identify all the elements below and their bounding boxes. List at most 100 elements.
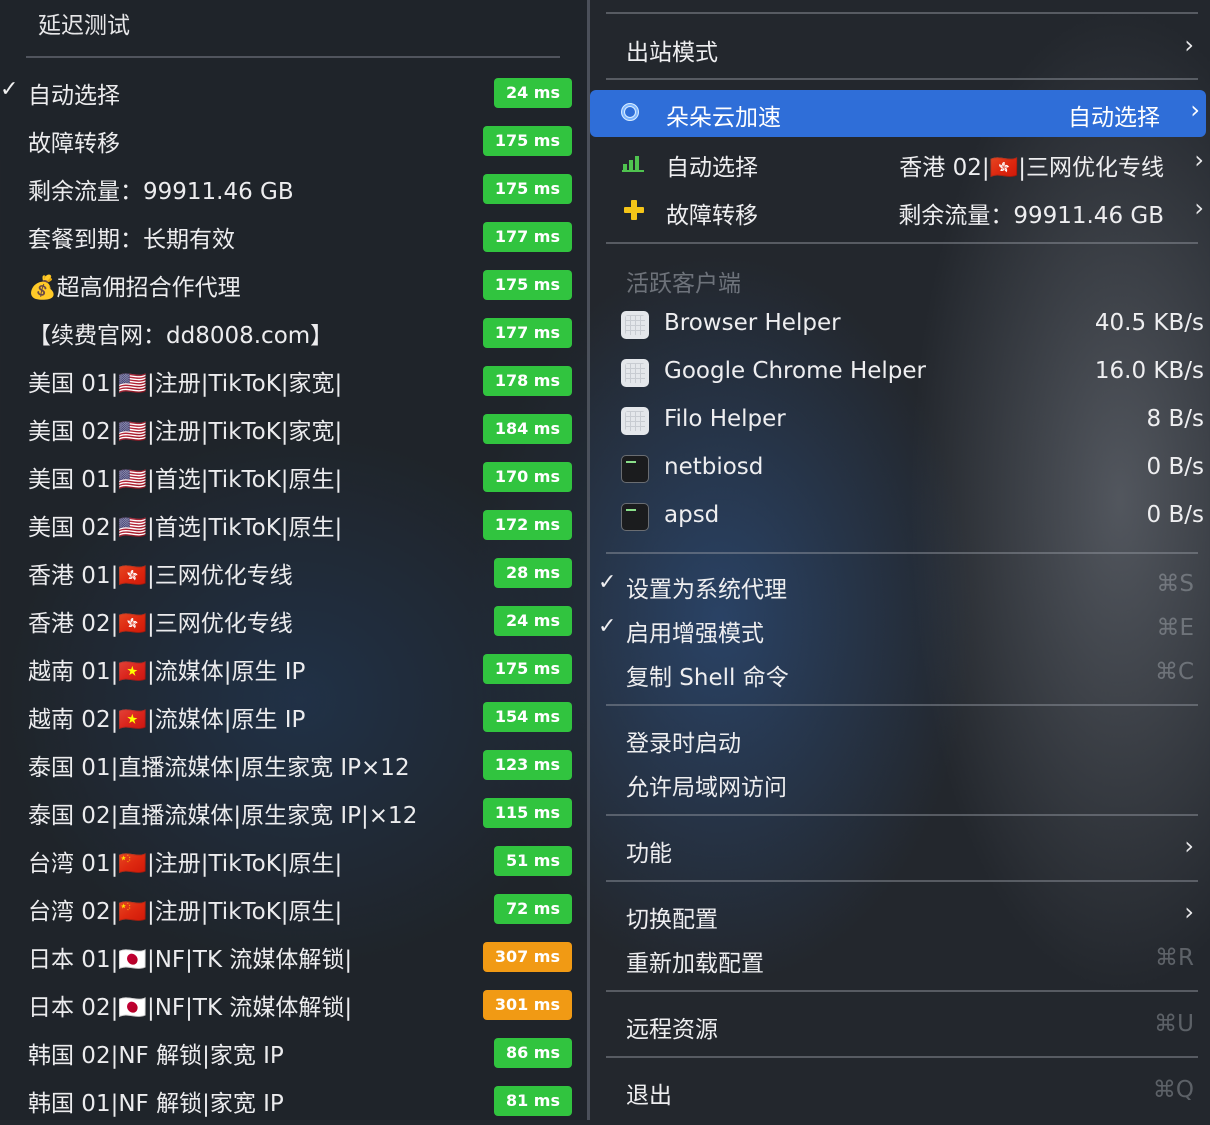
chevron-right-icon: › [1184,31,1194,59]
proxy-name: 泰国 02|直播流媒体|原生家宽 IP|×12 [28,803,418,829]
proxy-row[interactable]: 美国 02|🇺🇸|注册|TikToK|家宽| 184 ms [0,405,588,453]
app-icon [621,359,649,387]
panel-title: 延迟测试 [38,13,130,39]
menu-switch-config[interactable]: 切换配置 › [590,892,1210,936]
client-row[interactable]: Browser Helper 40.5 KB/s [590,302,1210,346]
client-name: apsd [664,502,720,528]
proxy-name: 台湾 01|🇨🇳|注册|TikToK|原生| [28,851,343,877]
proxy-name: 套餐到期：长期有效 [28,227,235,253]
menu-launch-at-login[interactable]: 登录时启动 [590,716,1210,760]
menu-label: 出站模式 [626,40,718,66]
separator [606,990,1198,992]
proxy-row[interactable]: 日本 02|🇯🇵|NF|TK 流媒体解锁| 301 ms [0,981,588,1029]
proxy-name: 日本 01|🇯🇵|NF|TK 流媒体解锁| [28,947,353,973]
proxy-list: ✓ 自动选择 24 ms 故障转移 175 ms 剩余流量：99911.46 GB 175 … [0,69,588,1125]
proxy-row[interactable]: 台湾 02|🇨🇳|注册|TikToK|原生| 72 ms [0,885,588,933]
separator [606,814,1198,816]
checkmark-icon: ✓ [0,77,19,102]
menu-enhanced-mode[interactable]: ✓ 启用增强模式 ⌘E [590,606,1210,650]
group-selected-value: 剩余流量：99911.46 GB [898,203,1164,229]
menu-label: 允许局域网访问 [626,775,787,801]
shortcut-label: ⌘C [1154,659,1194,685]
menu-label: 重新加载配置 [626,951,764,977]
latency-badge: 81 ms [493,1086,572,1116]
proxy-row[interactable]: 剩余流量：99911.46 GB 175 ms [0,165,588,213]
section-title: 活跃客户端 [626,271,741,297]
group-selected-value: 自动选择 [1068,105,1160,131]
proxy-row[interactable]: 套餐到期：长期有效 177 ms [0,213,588,261]
menu-set-system-proxy[interactable]: ✓ 设置为系统代理 ⌘S [590,562,1210,606]
separator [606,552,1198,554]
client-row[interactable]: netbiosd 0 B/s [590,446,1210,490]
proxy-row[interactable]: 美国 01|🇺🇸|注册|TikToK|家宽| 178 ms [0,357,588,405]
latency-badge: 24 ms [493,78,572,108]
menu-quit[interactable]: 退出 ⌘Q [590,1068,1210,1112]
shortcut-label: ⌘E [1156,615,1194,641]
client-row[interactable]: apsd 0 B/s [590,494,1210,538]
proxy-row[interactable]: 故障转移 175 ms [0,117,588,165]
proxy-name: 韩国 02|NF 解锁|家宽 IP [28,1043,284,1069]
proxy-name: 剩余流量：99911.46 GB [28,179,294,205]
latency-badge: 175 ms [482,270,572,300]
proxy-group-failover[interactable]: 故障转移 剩余流量：99911.46 GB › [590,188,1210,232]
proxy-group-duoduoyun[interactable]: 朵朵云加速 自动选择 › [590,90,1206,137]
menu-label: 设置为系统代理 [626,577,787,603]
proxy-row[interactable]: 越南 02|🇻🇳|流媒体|原生 IP 154 ms [0,693,588,741]
latency-badge: 175 ms [482,654,572,684]
menu-copy-shell[interactable]: 复制 Shell 命令 ⌘C [590,650,1210,694]
terminal-icon [621,503,649,531]
group-label: 自动选择 [666,155,758,181]
proxy-row[interactable]: 泰国 02|直播流媒体|原生家宽 IP|×12 115 ms [0,789,588,837]
app-icon [621,407,649,435]
proxy-row[interactable]: 香港 02|🇭🇰|三网优化专线 24 ms [0,597,588,645]
chevron-right-icon: › [1194,194,1204,222]
latency-badge: 175 ms [482,174,572,204]
separator [606,1056,1198,1058]
proxy-row[interactable]: 【续费官网：dd8008.com】 177 ms [0,309,588,357]
client-row[interactable]: Google Chrome Helper 16.0 KB/s [590,350,1210,394]
menu-reload-config[interactable]: 重新加载配置 ⌘R [590,936,1210,980]
client-rate: 8 B/s [1146,406,1204,432]
menu-label: 退出 [626,1083,672,1109]
menu-remote-resources[interactable]: 远程资源 ⌘U [590,1002,1210,1046]
menu-outbound-mode[interactable]: 出站模式 › [590,25,1210,69]
shortcut-label: ⌘S [1156,571,1194,597]
proxy-name: 自动选择 [28,83,120,109]
proxy-row[interactable]: 泰国 01|直播流媒体|原生家宽 IP×12 123 ms [0,741,588,789]
checkmark-icon: ✓ [598,614,617,639]
proxy-row[interactable]: 💰超高佣招合作代理 175 ms [0,261,588,309]
chevron-right-icon: › [1194,146,1204,174]
separator [606,78,1198,80]
proxy-name: 香港 01|🇭🇰|三网优化专线 [28,563,293,589]
proxy-row[interactable]: 日本 01|🇯🇵|NF|TK 流媒体解锁| 307 ms [0,933,588,981]
proxy-row[interactable]: 韩国 02|NF 解锁|家宽 IP 86 ms [0,1029,588,1077]
latency-badge: 184 ms [482,414,572,444]
proxy-name: 越南 02|🇻🇳|流媒体|原生 IP [28,707,306,733]
client-rate: 16.0 KB/s [1094,358,1204,384]
group-selected-value: 香港 02|🇭🇰|三网优化专线 [899,155,1164,181]
chevron-right-icon: › [1184,898,1194,926]
latency-badge: 175 ms [482,126,572,156]
proxy-row[interactable]: 台湾 01|🇨🇳|注册|TikToK|原生| 51 ms [0,837,588,885]
proxy-row[interactable]: 韩国 01|NF 解锁|家宽 IP 81 ms [0,1077,588,1125]
menu-label: 登录时启动 [626,731,741,757]
proxy-row[interactable]: 香港 01|🇭🇰|三网优化专线 28 ms [0,549,588,597]
proxy-row[interactable]: ✓ 自动选择 24 ms [0,69,588,117]
checkmark-icon: ✓ [598,570,617,595]
proxy-name: 越南 01|🇻🇳|流媒体|原生 IP [28,659,306,685]
latency-badge: 307 ms [482,942,572,972]
menu-features[interactable]: 功能 › [590,826,1210,870]
terminal-icon [621,455,649,483]
proxy-row[interactable]: 越南 01|🇻🇳|流媒体|原生 IP 175 ms [0,645,588,693]
proxy-name: 美国 01|🇺🇸|首选|TikToK|原生| [28,467,343,493]
menu-label: 启用增强模式 [626,621,764,647]
proxy-name: 美国 02|🇺🇸|首选|TikToK|原生| [28,515,343,541]
latency-badge: 86 ms [493,1038,572,1068]
proxy-row[interactable]: 美国 02|🇺🇸|首选|TikToK|原生| 172 ms [0,501,588,549]
proxy-row[interactable]: 美国 01|🇺🇸|首选|TikToK|原生| 170 ms [0,453,588,501]
proxy-group-auto-select[interactable]: 自动选择 香港 02|🇭🇰|三网优化专线 › [590,140,1210,184]
latency-badge: 154 ms [482,702,572,732]
latency-badge: 177 ms [482,318,572,348]
menu-allow-lan[interactable]: 允许局域网访问 [590,760,1210,804]
client-row[interactable]: Filo Helper 8 B/s [590,398,1210,442]
